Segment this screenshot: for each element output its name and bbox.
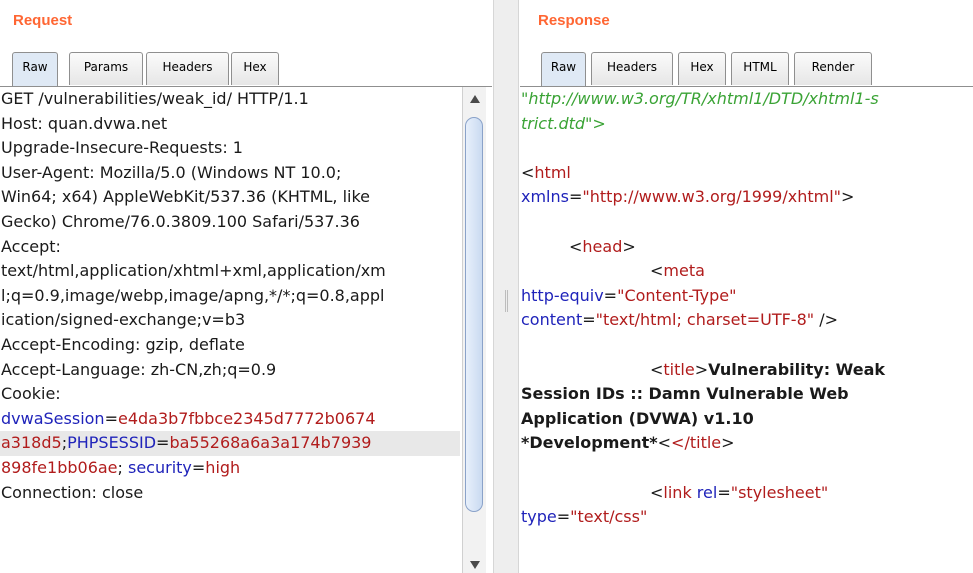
response-line: content="text/html; charset=UTF-8" /> (521, 310, 838, 330)
response-line: <html (521, 162, 571, 182)
request-panel: Request Raw Params Headers Hex GET /vuln… (0, 0, 492, 573)
response-tab-render[interactable]: Render (794, 52, 872, 85)
response-tab-hex[interactable]: Hex (678, 52, 726, 85)
cookie-key: dvwaSession (1, 408, 105, 428)
request-scrollbar[interactable] (462, 87, 486, 573)
request-line: Accept: (1, 236, 61, 256)
response-line: Application (DVWA) v1.10 (521, 408, 754, 428)
request-editor[interactable]: GET /vulnerabilities/weak_id/ HTTP/1.1 H… (0, 87, 460, 573)
cookie-key: security (128, 457, 192, 477)
request-line: User-Agent: Mozilla/5.0 (Windows NT 10.0… (1, 162, 342, 182)
request-line: Gecko) Chrome/76.0.3809.100 Safari/537.3… (1, 211, 360, 231)
title-tag: title (663, 359, 695, 379)
request-tab-headers[interactable]: Headers (146, 52, 229, 85)
cookie-value: high (205, 457, 241, 477)
cookie-value: a318d5 (1, 433, 62, 453)
request-line: ication/signed-exchange;v=b3 (1, 310, 246, 330)
cookie-value: 898fe1bb06ae (1, 457, 118, 477)
response-line: <title>Vulnerability: Weak (650, 359, 886, 379)
response-panel: Response Raw Headers Hex HTML Render "ht… (520, 0, 973, 573)
request-line: GET /vulnerabilities/weak_id/ HTTP/1.1 (1, 89, 309, 108)
scroll-down-icon[interactable] (470, 561, 480, 569)
request-line: Connection: close (1, 482, 144, 502)
response-line: *Development*<</title> (521, 433, 735, 453)
drag-handle-icon[interactable] (505, 290, 508, 312)
request-title: Request (13, 12, 73, 29)
html-tag: html (534, 162, 571, 182)
request-tab-params[interactable]: Params (69, 52, 143, 85)
cookie-key: PHPSESSID (67, 433, 157, 453)
request-line: l;q=0.9,image/webp,image/apng,*/*;q=0.8,… (1, 285, 385, 305)
response-viewer[interactable]: "http://www.w3.org/TR/xhtml1/DTD/xhtml1-… (520, 87, 973, 573)
split-pane-divider[interactable] (493, 0, 519, 573)
response-line: xmlns="http://www.w3.org/1999/xhtml"> (521, 187, 855, 207)
response-line: trict.dtd"> (521, 113, 606, 133)
response-tab-raw[interactable]: Raw (541, 52, 586, 86)
meta-tag: meta (663, 261, 705, 281)
response-line: <link rel="stylesheet" (650, 482, 829, 502)
cookie-line: 898fe1bb06ae; security=high (1, 457, 241, 477)
response-title: Response (538, 12, 610, 29)
response-line: http-equiv="Content-Type" (521, 285, 737, 305)
request-tab-raw[interactable]: Raw (12, 52, 58, 86)
cookie-value: ba55268a6a3a174b7939 (169, 433, 372, 453)
response-line: type="text/css" (521, 507, 648, 527)
response-line: "http://www.w3.org/TR/xhtml1/DTD/xhtml1-… (521, 89, 879, 108)
response-line: Session IDs :: Damn Vulnerable Web (521, 384, 849, 404)
request-tab-hex[interactable]: Hex (231, 52, 279, 85)
request-line: Win64; x64) AppleWebKit/537.36 (KHTML, l… (1, 187, 371, 207)
request-line: Accept-Language: zh-CN,zh;q=0.9 (1, 359, 277, 379)
request-line: Host: quan.dvwa.net (1, 113, 168, 133)
link-tag: link (663, 482, 692, 502)
scrollbar-thumb[interactable] (465, 117, 483, 512)
cookie-value: e4da3b7fbbce2345d7772b0674 (117, 408, 376, 428)
response-tab-html[interactable]: HTML (731, 52, 789, 85)
cookie-line: dvwaSession=e4da3b7fbbce2345d7772b0674 (1, 408, 376, 428)
cookie-line: a318d5;PHPSESSID=ba55268a6a3a174b7939 (0, 431, 460, 456)
response-tab-headers[interactable]: Headers (591, 52, 673, 85)
scroll-up-icon[interactable] (470, 95, 480, 103)
request-line: Cookie: (1, 384, 61, 404)
request-line: Upgrade-Insecure-Requests: 1 (1, 138, 243, 158)
request-line: text/html,application/xhtml+xml,applicat… (1, 261, 386, 281)
response-line: <meta (650, 261, 705, 281)
head-tag: head (582, 236, 623, 256)
request-line: Accept-Encoding: gzip, deflate (1, 334, 245, 354)
response-line: <head> (569, 236, 636, 256)
